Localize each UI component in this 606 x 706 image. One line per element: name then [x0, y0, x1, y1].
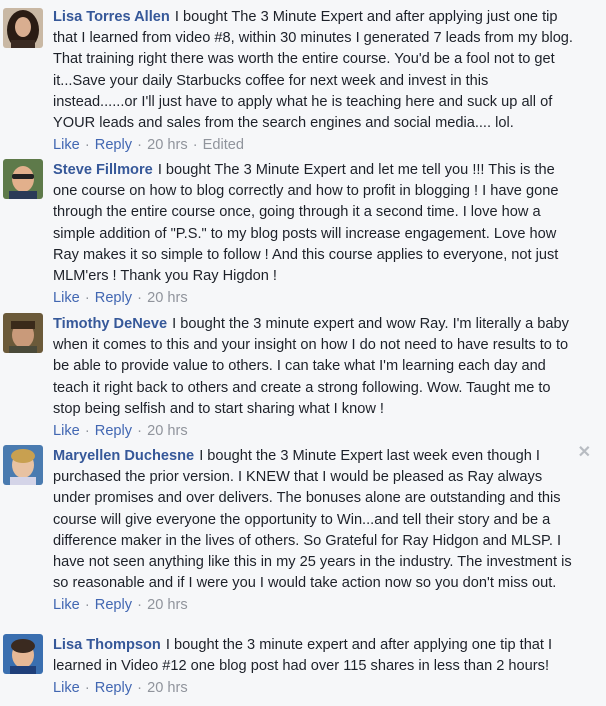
separator: ·	[137, 137, 143, 154]
close-icon[interactable]: ✕	[578, 445, 591, 461]
avatar-photo-icon	[3, 159, 43, 199]
edited-label[interactable]: Edited	[203, 137, 244, 153]
comment-text: I bought The 3 Minute Expert and after a…	[53, 9, 573, 132]
timestamp[interactable]: 20 hrs	[147, 290, 188, 306]
comment-author[interactable]: Lisa Thompson	[53, 637, 161, 653]
timestamp[interactable]: 20 hrs	[147, 423, 188, 439]
timestamp[interactable]: 20 hrs	[147, 597, 188, 613]
comment-content: Lisa Thompson I bought the 3 minute expe…	[53, 635, 573, 677]
comment-actions: Like · Reply · 20 hrs	[53, 595, 573, 616]
comment-content: Timothy DeNeve I bought the 3 minute exp…	[53, 314, 573, 420]
timestamp[interactable]: 20 hrs	[147, 137, 188, 153]
like-button[interactable]: Like	[53, 680, 80, 696]
avatar-photo-icon	[3, 634, 43, 674]
reply-button[interactable]: Reply	[95, 290, 132, 306]
reply-button[interactable]: Reply	[95, 423, 132, 439]
comment-author[interactable]: Timothy DeNeve	[53, 316, 167, 332]
reply-button[interactable]: Reply	[95, 680, 132, 696]
comment-actions: Like · Reply · 20 hrs · Edited	[53, 135, 573, 156]
separator: ·	[84, 423, 90, 440]
like-button[interactable]: Like	[53, 423, 80, 439]
comment-actions: Like · Reply · 20 hrs	[53, 288, 573, 309]
separator: ·	[192, 137, 198, 154]
reply-button[interactable]: Reply	[95, 597, 132, 613]
separator: ·	[84, 137, 90, 154]
separator: ·	[137, 423, 143, 440]
comment-author[interactable]: Maryellen Duchesne	[53, 448, 194, 464]
comment-text: I bought The 3 Minute Expert and let me …	[53, 162, 559, 285]
like-button[interactable]: Like	[53, 137, 80, 153]
comment-feed: Lisa Torres Allen I bought The 3 Minute …	[0, 0, 606, 706]
avatar[interactable]	[3, 8, 43, 48]
avatar-photo-icon	[3, 313, 43, 353]
comment-body: Maryellen Duchesne I bought the 3 Minute…	[53, 446, 573, 617]
comment-body: Steve Fillmore I bought The 3 Minute Exp…	[53, 160, 573, 309]
avatar[interactable]	[3, 634, 43, 674]
avatar[interactable]	[3, 159, 43, 199]
avatar[interactable]	[3, 445, 43, 485]
comment-body: Lisa Torres Allen I bought The 3 Minute …	[53, 7, 573, 156]
separator: ·	[84, 680, 90, 697]
comment-text: I bought the 3 Minute Expert last week e…	[53, 448, 572, 592]
comment-content: Lisa Torres Allen I bought The 3 Minute …	[53, 7, 573, 134]
like-button[interactable]: Like	[53, 290, 80, 306]
comment-actions: Like · Reply · 20 hrs	[53, 421, 573, 442]
avatar-photo-icon	[3, 8, 43, 48]
separator: ·	[137, 680, 143, 697]
comment-body: Timothy DeNeve I bought the 3 minute exp…	[53, 314, 573, 442]
comment-content: Maryellen Duchesne I bought the 3 Minute…	[53, 446, 573, 594]
comment-author[interactable]: Lisa Torres Allen	[53, 9, 170, 25]
avatar-photo-icon	[3, 445, 43, 485]
avatar[interactable]	[3, 313, 43, 353]
like-button[interactable]: Like	[53, 597, 80, 613]
separator: ·	[137, 597, 143, 614]
comment-content: Steve Fillmore I bought The 3 Minute Exp…	[53, 160, 573, 287]
separator: ·	[84, 290, 90, 307]
comment-author[interactable]: Steve Fillmore	[53, 162, 153, 178]
comment-actions: Like · Reply · 20 hrs	[53, 678, 573, 699]
separator: ·	[84, 597, 90, 614]
timestamp[interactable]: 20 hrs	[147, 680, 188, 696]
comment-body: Lisa Thompson I bought the 3 minute expe…	[53, 635, 573, 700]
separator: ·	[137, 290, 143, 307]
reply-button[interactable]: Reply	[95, 137, 132, 153]
